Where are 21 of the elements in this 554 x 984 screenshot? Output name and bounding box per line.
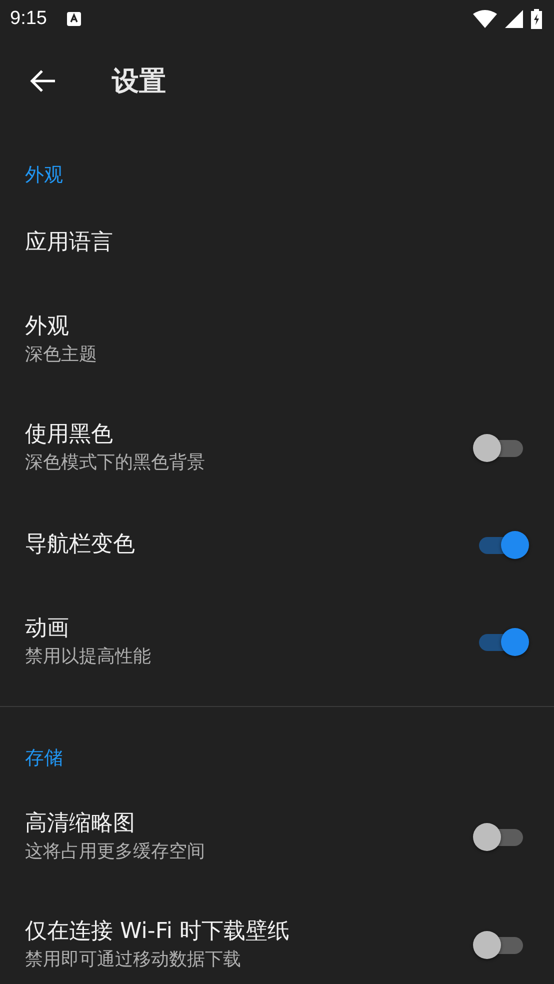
setting-summary: 深色主题: [25, 343, 98, 367]
setting-title[interactable]: 高清缩略图: [25, 809, 473, 839]
battery-charging-icon: [531, 9, 542, 29]
back-arrow-icon[interactable]: [30, 69, 56, 93]
wifi-icon: [473, 10, 497, 28]
setting-summary: 禁用即可通过移动数据下载: [25, 948, 242, 972]
keyboard-notification-icon: [66, 12, 81, 26]
setting-summary: 这将占用更多缓存空间: [25, 840, 206, 864]
setting-title[interactable]: 应用语言: [25, 228, 529, 258]
setting-summary: 禁用以提高性能: [25, 645, 152, 669]
setting-title[interactable]: 仅在连接 Wi-Fi 时下载壁纸: [25, 917, 473, 947]
setting-title[interactable]: 外观: [25, 312, 529, 342]
status-time: 9:15: [10, 8, 47, 30]
signal-icon: [505, 10, 523, 28]
section-header: 存储: [24, 746, 64, 771]
setting-title[interactable]: 使用黑色: [25, 420, 473, 450]
setting-summary: 深色模式下的黑色背景: [25, 451, 206, 475]
section-header: 外观: [24, 163, 64, 188]
setting-title[interactable]: 导航栏变色: [25, 530, 473, 560]
screen-title: 设置: [112, 65, 166, 99]
setting-title[interactable]: 动画: [25, 614, 473, 644]
